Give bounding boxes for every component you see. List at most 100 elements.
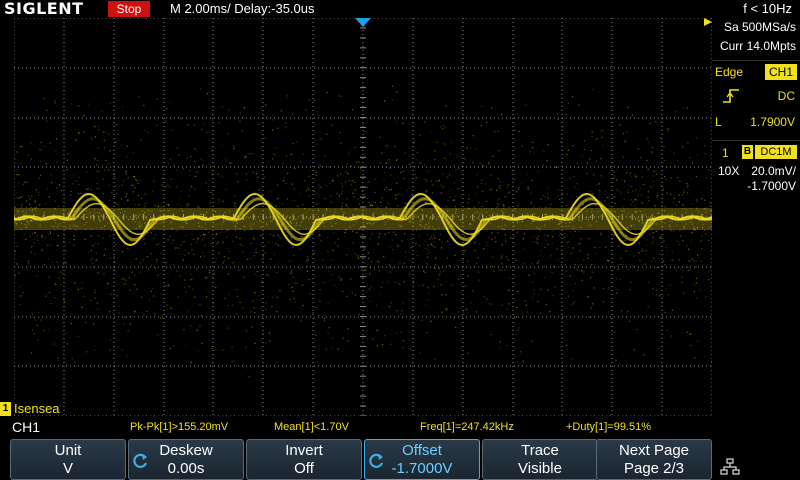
grid-dot bbox=[162, 67, 163, 69]
grid-dot bbox=[611, 302, 613, 303]
noise-dot bbox=[675, 268, 677, 270]
grid-dot bbox=[212, 346, 214, 347]
noise-dot bbox=[254, 312, 256, 314]
grid-dot bbox=[274, 166, 275, 168]
noise-dot bbox=[212, 276, 214, 278]
grid-dot bbox=[512, 330, 514, 331]
grid-dot bbox=[122, 166, 123, 168]
grid-dot bbox=[426, 117, 427, 119]
noise-dot bbox=[599, 197, 601, 199]
noise-dot bbox=[123, 283, 125, 285]
run-stop-indicator[interactable]: Stop bbox=[108, 1, 150, 17]
grid-dot bbox=[312, 70, 314, 71]
noise-dot bbox=[697, 254, 699, 256]
grid-dot bbox=[262, 122, 264, 123]
noise-dot bbox=[501, 255, 503, 257]
grid-dot bbox=[113, 294, 115, 295]
grid-dot bbox=[163, 262, 165, 263]
noise-dot bbox=[491, 238, 493, 241]
noise-dot bbox=[600, 233, 602, 235]
noise-dot bbox=[103, 139, 105, 142]
grid-dot bbox=[412, 394, 414, 395]
grid-dot bbox=[63, 150, 65, 151]
grid-dot bbox=[212, 394, 214, 395]
noise-dot bbox=[216, 242, 218, 245]
noise-dot bbox=[96, 182, 98, 185]
grid-dot bbox=[312, 342, 314, 343]
noise-dot bbox=[171, 129, 174, 131]
noise-dot bbox=[102, 237, 104, 240]
grid-dot bbox=[611, 158, 613, 159]
noise-dot bbox=[556, 197, 558, 199]
noise-dot bbox=[678, 201, 680, 203]
grid-dot bbox=[212, 386, 214, 387]
grid-dot bbox=[661, 178, 663, 179]
noise-dot bbox=[95, 259, 97, 261]
grid-dot bbox=[312, 74, 314, 75]
grid-dot bbox=[502, 166, 503, 168]
noise-dot bbox=[287, 172, 289, 174]
grid-dot bbox=[262, 182, 264, 183]
grid-dot bbox=[661, 234, 663, 235]
grid-dot bbox=[113, 254, 115, 255]
noise-dot bbox=[38, 311, 40, 314]
noise-dot bbox=[412, 195, 414, 197]
noise-dot bbox=[320, 138, 322, 140]
grid-dot bbox=[694, 18, 695, 19]
noise-dot bbox=[139, 271, 142, 274]
noise-dot bbox=[570, 203, 572, 206]
grid-dot bbox=[512, 278, 514, 279]
noise-dot bbox=[221, 349, 224, 351]
noise-dot bbox=[380, 286, 382, 288]
timebase-readout[interactable]: M 2.00ms/ Delay:-35.0us bbox=[170, 0, 315, 18]
noise-dot bbox=[709, 155, 711, 157]
grid-dot bbox=[710, 67, 711, 69]
noise-dot bbox=[231, 346, 233, 348]
grid-dot bbox=[63, 322, 65, 323]
noise-dot bbox=[97, 170, 99, 173]
noise-dot bbox=[475, 193, 477, 195]
grid-dot bbox=[102, 67, 103, 69]
grid-dot bbox=[312, 282, 314, 283]
grid-dot bbox=[662, 18, 663, 19]
noise-dot bbox=[542, 164, 545, 166]
noise-dot bbox=[26, 181, 28, 183]
noise-dot bbox=[444, 127, 447, 129]
noise-dot bbox=[542, 195, 544, 197]
grid-dot bbox=[462, 254, 464, 255]
waveform-display[interactable] bbox=[14, 18, 712, 416]
grid-dot bbox=[262, 250, 264, 251]
grid-dot bbox=[412, 70, 414, 71]
noise-dot bbox=[171, 242, 173, 245]
grid-dot bbox=[494, 117, 495, 119]
noise-dot bbox=[654, 260, 656, 262]
noise-dot bbox=[573, 301, 575, 303]
noise-dot bbox=[607, 260, 609, 262]
grid-dot bbox=[561, 354, 563, 355]
grid-dot bbox=[163, 126, 165, 127]
grid-dot bbox=[611, 102, 613, 103]
grid-dot bbox=[661, 130, 663, 131]
grid-dot bbox=[661, 402, 663, 403]
grid-dot bbox=[512, 150, 514, 151]
grid-dot bbox=[262, 230, 264, 231]
grid-dot bbox=[470, 117, 471, 119]
noise-dot bbox=[660, 121, 662, 123]
grid-dot bbox=[54, 266, 55, 268]
grid-dot bbox=[130, 67, 131, 69]
grid-dot bbox=[82, 166, 83, 168]
noise-dot bbox=[478, 279, 480, 281]
grid-dot bbox=[63, 190, 65, 191]
noise-dot bbox=[92, 323, 95, 325]
noise-dot bbox=[231, 304, 234, 306]
noise-dot bbox=[520, 351, 522, 353]
noise-dot bbox=[486, 121, 488, 124]
grid-dot bbox=[611, 346, 613, 347]
noise-dot bbox=[506, 344, 509, 347]
grid-dot bbox=[462, 67, 463, 69]
grid-dot bbox=[163, 266, 165, 267]
grid-dot bbox=[611, 18, 613, 19]
grid-dot bbox=[338, 18, 339, 19]
grid-dot bbox=[512, 202, 514, 203]
grid-dot bbox=[606, 117, 607, 119]
